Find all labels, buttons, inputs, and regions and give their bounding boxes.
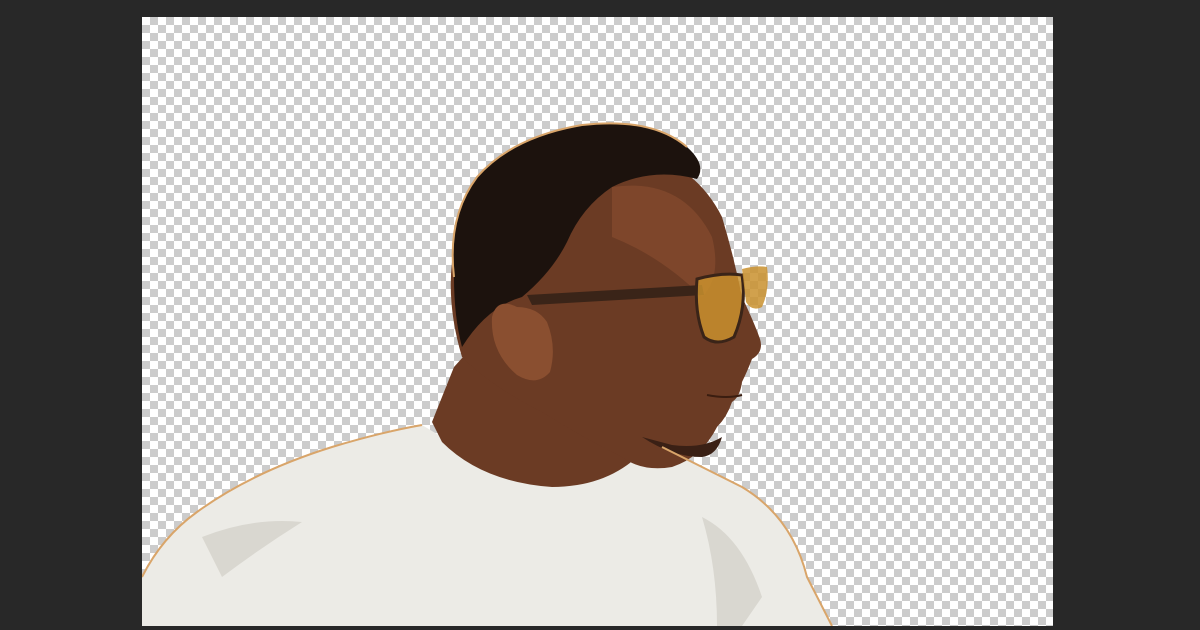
document-canvas[interactable] (142, 17, 1053, 626)
glasses-front-lens (742, 266, 768, 309)
layer-cutout-image[interactable] (142, 17, 1053, 626)
editor-workspace (0, 0, 1200, 630)
